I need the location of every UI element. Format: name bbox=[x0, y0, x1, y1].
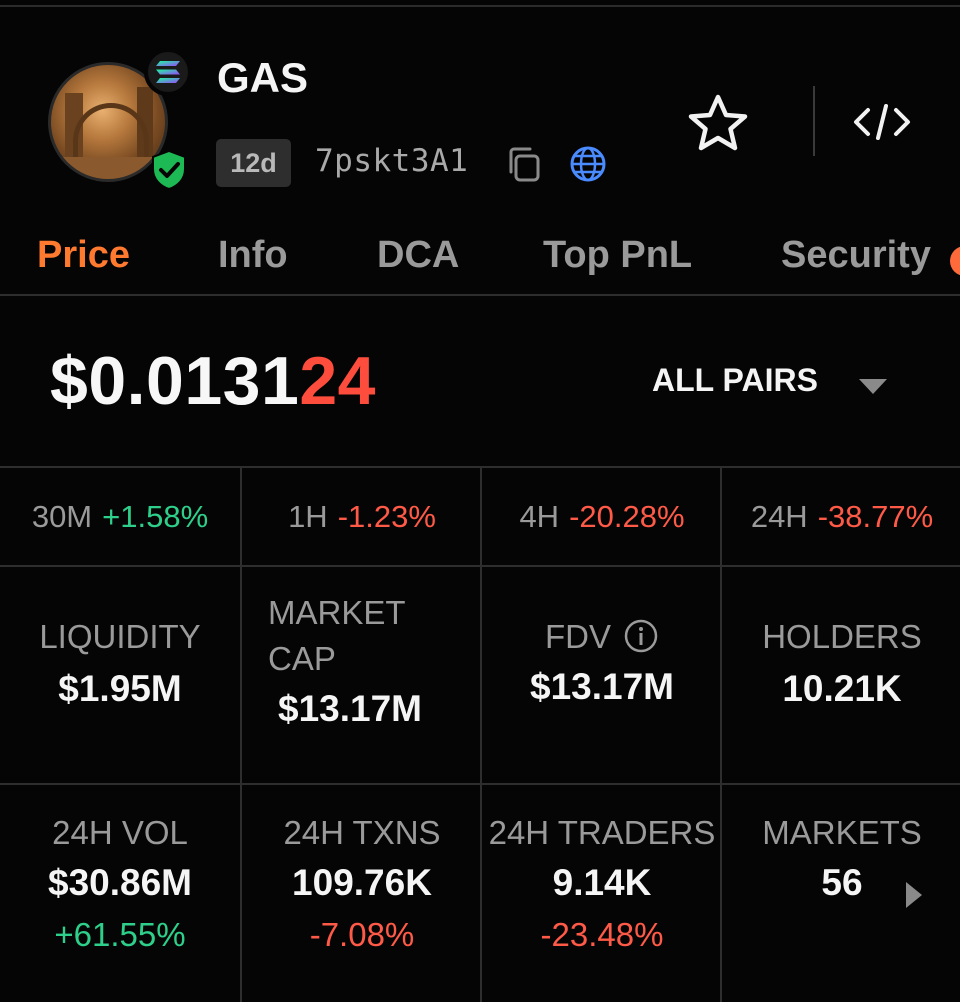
verified-shield-icon bbox=[152, 150, 186, 190]
change-period: 30M bbox=[31, 499, 93, 534]
stat-value: $13.17M bbox=[278, 688, 422, 729]
stat-delta: -23.48% bbox=[540, 916, 664, 953]
star-icon[interactable] bbox=[686, 93, 750, 155]
stat-value: 10.21K bbox=[782, 668, 902, 709]
pairs-selector[interactable]: ALL PAIRS bbox=[652, 362, 818, 399]
change-1h[interactable]: 1H -1.23% bbox=[242, 468, 482, 566]
stat-label: 24H TXNS bbox=[283, 814, 441, 851]
solana-icon bbox=[144, 48, 192, 96]
tab-top-pnl[interactable]: Top PnL bbox=[543, 234, 692, 277]
stat-label: HOLDERS bbox=[762, 618, 922, 655]
change-30m[interactable]: 30M +1.58% bbox=[0, 468, 240, 566]
stat-value: $30.86M bbox=[48, 862, 192, 903]
change-value: -38.77% bbox=[817, 499, 934, 534]
top-divider bbox=[0, 0, 960, 7]
stat-24h-vol: 24H VOL $30.86M +61.55% bbox=[0, 814, 240, 954]
caret-down-icon[interactable] bbox=[857, 376, 889, 396]
stat-24h-traders: 24H TRADERS 9.14K -23.48% bbox=[482, 814, 722, 954]
tab-price[interactable]: Price bbox=[37, 234, 130, 277]
tab-security[interactable]: Security bbox=[781, 234, 931, 277]
change-period: 1H bbox=[288, 499, 328, 534]
tab-bar: Price Info DCA Top PnL Security bbox=[0, 226, 960, 296]
tab-dca[interactable]: DCA bbox=[377, 234, 459, 277]
price-main: $0.0131 bbox=[50, 343, 300, 419]
change-period: 4H bbox=[519, 499, 560, 534]
stat-liquidity: LIQUIDITY $1.95M bbox=[0, 618, 240, 710]
tabs-divider bbox=[0, 294, 960, 296]
stat-value: 9.14K bbox=[552, 862, 652, 903]
chevron-right-icon[interactable] bbox=[904, 880, 924, 910]
change-value: +1.58% bbox=[102, 499, 209, 534]
code-icon[interactable] bbox=[852, 100, 912, 144]
stat-value: 56 bbox=[821, 862, 863, 903]
stat-label: MARKETS bbox=[762, 814, 922, 851]
current-price: $0.013124 bbox=[50, 342, 376, 420]
stat-label: 24H VOL bbox=[52, 814, 188, 851]
globe-icon[interactable] bbox=[568, 144, 608, 184]
header-divider bbox=[813, 86, 815, 156]
stat-label: MARKET bbox=[268, 594, 406, 631]
stat-label: CAP bbox=[268, 640, 336, 677]
token-age-badge: 12d bbox=[216, 139, 291, 187]
token-address[interactable]: 7pskt3A1 bbox=[315, 143, 468, 179]
change-value: -1.23% bbox=[337, 499, 436, 534]
change-24h[interactable]: 24H -38.77% bbox=[722, 468, 960, 566]
stat-24h-txns: 24H TXNS 109.76K -7.08% bbox=[242, 814, 482, 954]
security-alert-dot bbox=[950, 246, 960, 276]
stat-holders: HOLDERS 10.21K bbox=[722, 618, 960, 710]
stat-label: LIQUIDITY bbox=[39, 618, 201, 655]
stat-label: 24H TRADERS bbox=[488, 814, 716, 851]
stat-fdv: FDV $13.17M bbox=[482, 618, 722, 708]
stat-delta: +61.55% bbox=[54, 916, 186, 953]
change-4h[interactable]: 4H -20.28% bbox=[482, 468, 722, 566]
info-icon[interactable] bbox=[623, 618, 659, 654]
stat-value: 109.76K bbox=[292, 862, 432, 903]
stat-market-cap: MARKET CAP $13.17M bbox=[242, 594, 482, 730]
stat-delta: -7.08% bbox=[309, 916, 415, 953]
tab-info[interactable]: Info bbox=[218, 234, 288, 277]
copy-icon[interactable] bbox=[503, 144, 543, 184]
stat-markets[interactable]: MARKETS 56 bbox=[722, 814, 960, 904]
price-tail: 24 bbox=[299, 343, 376, 419]
stat-value: $1.95M bbox=[58, 668, 182, 709]
stat-label: FDV bbox=[482, 618, 722, 656]
change-period: 24H bbox=[750, 499, 808, 534]
token-name: GAS bbox=[217, 54, 309, 101]
change-value: -20.28% bbox=[569, 499, 685, 534]
stat-label-text: FDV bbox=[545, 618, 611, 655]
stat-value: $13.17M bbox=[530, 666, 674, 707]
